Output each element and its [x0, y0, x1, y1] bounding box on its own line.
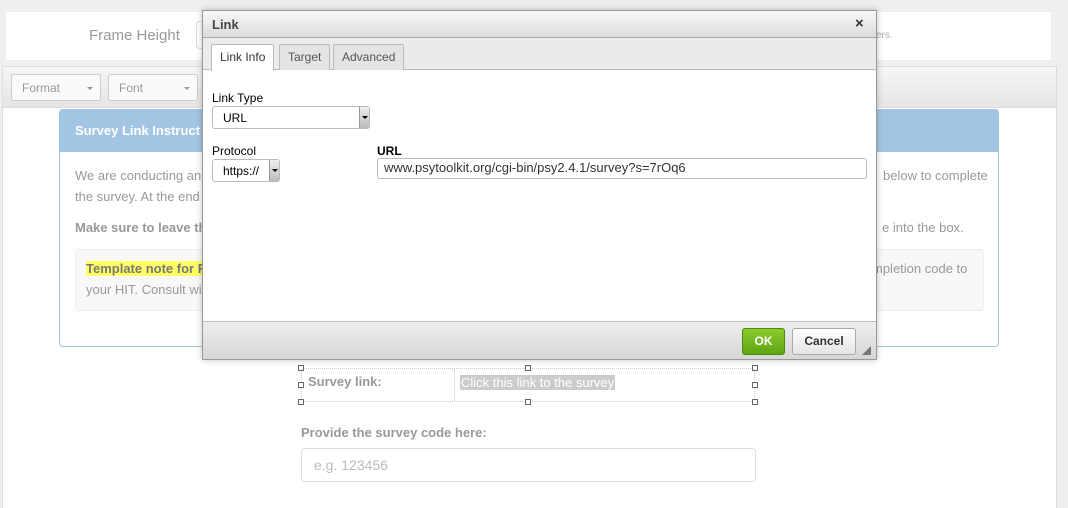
resize-handle[interactable] [752, 382, 758, 388]
cell-divider [454, 369, 455, 401]
resize-handle[interactable] [298, 365, 304, 371]
dialog-footer: OK Cancel [203, 321, 876, 359]
url-label: URL [377, 144, 402, 158]
resize-handle[interactable] [525, 365, 531, 371]
dropdown-arrow-icon [359, 107, 369, 128]
resize-handle[interactable] [525, 399, 531, 405]
format-dropdown[interactable]: Format [11, 74, 101, 101]
resize-grip-icon[interactable] [862, 346, 871, 355]
template-note-title: Template note for R [86, 261, 208, 276]
template-note-text: mpletion code to [872, 261, 968, 276]
instruction-text: the survey. At the end [75, 189, 200, 204]
instruction-bold: Make sure to leave th [75, 220, 207, 235]
template-note-text: your HIT. Consult wi [86, 282, 202, 297]
dropdown-arrow-icon [269, 160, 279, 181]
instruction-text: e into the box. [882, 220, 964, 235]
tab-target[interactable]: Target [279, 44, 331, 70]
tab-advanced[interactable]: Advanced [333, 44, 405, 70]
format-label: Format [22, 81, 61, 95]
resize-handle[interactable] [298, 399, 304, 405]
font-dropdown[interactable]: Font [108, 74, 198, 101]
protocol-label: Protocol [212, 144, 257, 158]
link-type-label: Link Type [212, 91, 264, 105]
link-type-value: URL [223, 111, 248, 125]
caret-down-icon [87, 87, 93, 93]
link-type-select[interactable]: URL [212, 106, 370, 129]
caret-down-icon [184, 87, 190, 93]
dialog-titlebar[interactable]: Link × [203, 11, 876, 38]
dialog-title: Link [212, 17, 239, 32]
survey-code-input[interactable]: e.g. 123456 [301, 448, 756, 482]
dialog-tabs: Link Info Target Advanced [203, 38, 876, 71]
cancel-button[interactable]: Cancel [792, 328, 856, 355]
resize-handle[interactable] [752, 365, 758, 371]
font-label: Font [119, 81, 144, 95]
close-icon[interactable]: × [855, 15, 864, 32]
frame-height-label: Frame Height [89, 27, 180, 44]
protocol-select[interactable]: https:// [212, 159, 280, 182]
url-input[interactable]: www.psytoolkit.org/cgi-bin/psy2.4.1/surv… [377, 158, 867, 179]
instruction-text: below to complete [883, 168, 988, 183]
link-dialog: Link × Link Info Target Advanced Link Ty… [202, 10, 877, 360]
survey-link-label: Survey link: [308, 374, 382, 389]
ok-button[interactable]: OK [742, 328, 785, 355]
resize-handle[interactable] [298, 382, 304, 388]
survey-link[interactable]: Click this link to the survey [460, 375, 616, 390]
help-text: ers. [876, 30, 893, 41]
resize-handle[interactable] [752, 399, 758, 405]
protocol-value: https:// [223, 164, 260, 178]
panel-title: Survey Link Instruct [75, 123, 200, 138]
survey-link-table[interactable]: Survey link: Click this link to the surv… [301, 368, 755, 402]
instruction-text: We are conducting an [75, 168, 202, 183]
tab-link-info[interactable]: Link Info [211, 44, 275, 71]
survey-code-label: Provide the survey code here: [301, 425, 487, 440]
